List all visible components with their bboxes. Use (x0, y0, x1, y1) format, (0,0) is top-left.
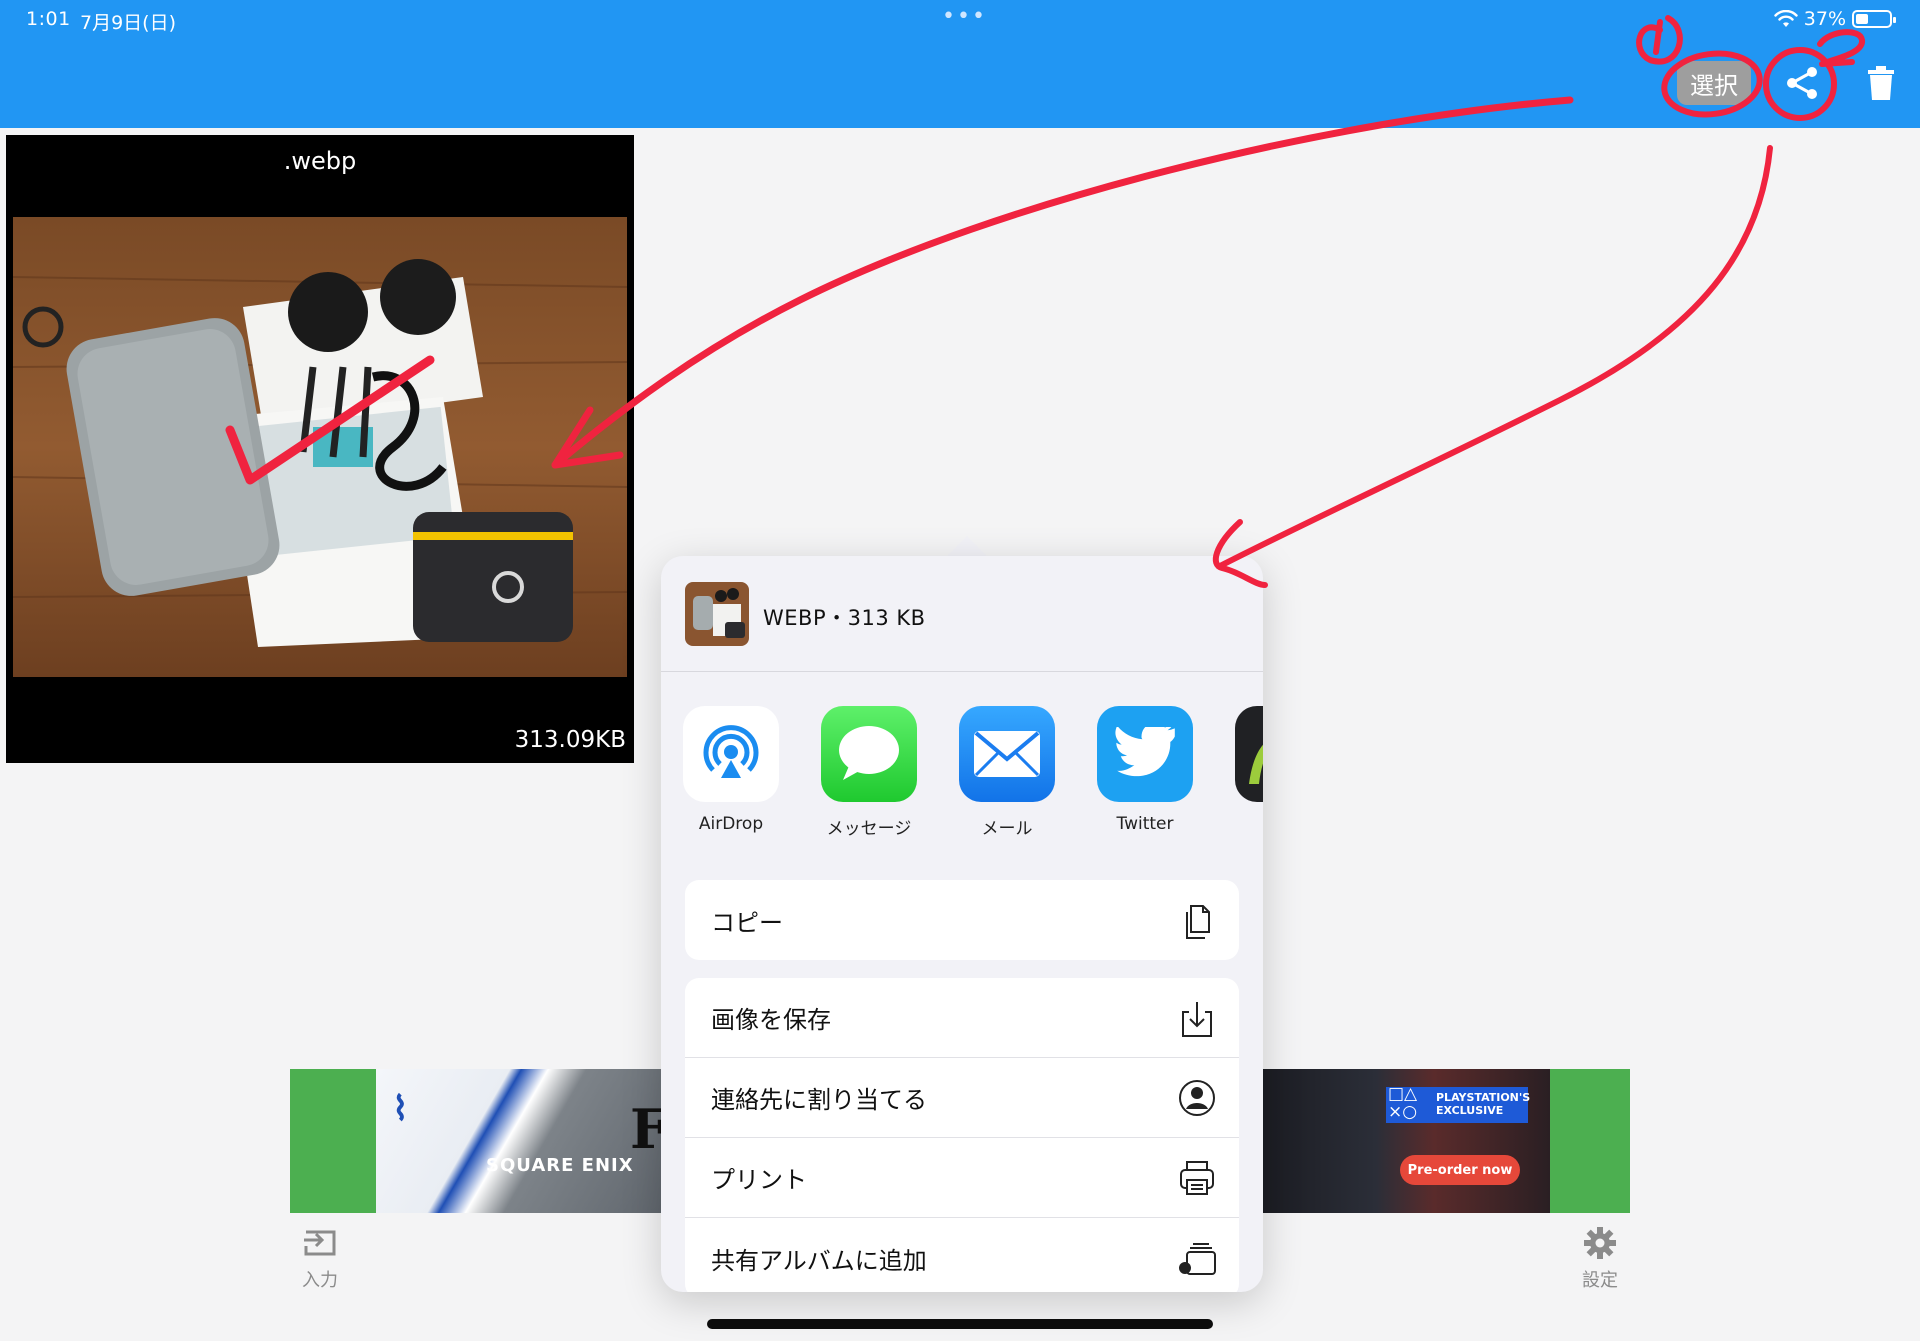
playstation-shapes-icon: □△ ×○ (1388, 1084, 1418, 1122)
action-add-shared-album[interactable]: 共有アルバムに追加 (685, 1218, 1239, 1292)
nav-input[interactable]: 入力 (298, 1226, 342, 1292)
battery-icon (1852, 10, 1896, 28)
share-app-messages[interactable]: メッセージ (821, 706, 917, 836)
share-sheet-arrow (945, 536, 989, 558)
image-file-size: 313.09KB (514, 727, 626, 753)
file-thumbnail (685, 582, 749, 646)
twitter-icon (1097, 706, 1193, 802)
battery-percent: 37% (1803, 8, 1846, 30)
save-image-icon (1182, 1001, 1212, 1037)
share-button[interactable] (1782, 62, 1822, 106)
annotation-arrow-to-image (551, 96, 1574, 469)
action-assign-contact[interactable]: 連絡先に割り当てる (685, 1058, 1239, 1138)
annotation-arrow-to-sheet (1217, 145, 1773, 569)
messages-icon (821, 706, 917, 802)
gear-icon (1584, 1227, 1616, 1259)
input-icon (304, 1230, 336, 1256)
top-app-bar: 1:01 7月9日(日) ••• 37% 選択 (0, 0, 1920, 128)
share-app-pr[interactable]: Pr (1235, 706, 1263, 834)
contact-icon (1179, 1079, 1215, 1116)
nav-settings-label: 設定 (1582, 1270, 1618, 1291)
mail-icon (959, 706, 1055, 802)
image-card[interactable]: .webp 313.09KB (6, 135, 634, 763)
action-label: 画像を保存 (711, 1006, 831, 1034)
ad-right-panel: PLAYSTATION'S EXCLUSIVE □△ ×○ Pre-order n… (1260, 1069, 1550, 1213)
battery-cap (1893, 17, 1896, 23)
image-format-label: .webp (283, 147, 357, 175)
app-label: Twitter (1116, 814, 1174, 834)
share-sheet: WEBP・313 KB AirDrop メッセージ メール Twitter コピ… (661, 556, 1263, 1292)
ad-preorder-button[interactable]: Pre-order now (1400, 1155, 1520, 1185)
app-label: Pr (1235, 814, 1263, 834)
product-photo (13, 217, 627, 677)
app-label: AirDrop (698, 814, 764, 834)
status-date: 7月9日(日) (80, 12, 177, 34)
airdrop-icon (683, 706, 779, 802)
delete-button[interactable] (1862, 64, 1900, 104)
file-info: WEBP・313 KB (763, 606, 926, 630)
select-button[interactable]: 選択 (1677, 61, 1751, 105)
app-label: メッセージ (826, 819, 912, 836)
share-actions-group-1: コピー (685, 880, 1239, 960)
action-label: 連絡先に割り当てる (711, 1086, 927, 1114)
status-time: 1:01 (26, 8, 71, 30)
app-label: メール (981, 819, 1033, 836)
share-app-mail[interactable]: メール (959, 706, 1055, 836)
multitasking-dots[interactable]: ••• (942, 4, 987, 29)
action-label: コピー (711, 908, 783, 937)
share-app-airdrop[interactable]: AirDrop (683, 706, 779, 834)
share-app-twitter[interactable]: Twitter (1097, 706, 1193, 834)
playstation-logo: ⌇ (392, 1089, 409, 1129)
home-indicator[interactable] (707, 1319, 1213, 1329)
pr-app-icon (1235, 706, 1263, 802)
action-save-image[interactable]: 画像を保存 (685, 978, 1239, 1058)
share-icon (1787, 66, 1817, 99)
nav-input-label: 入力 (302, 1270, 338, 1291)
share-sheet-header: WEBP・313 KB (661, 556, 1263, 672)
share-actions-group-2: 画像を保存 連絡先に割り当てる プリント 共有アルバムに追加 (685, 978, 1239, 1292)
status-right: 37% (1774, 8, 1896, 30)
action-label: プリント (711, 1166, 807, 1194)
battery-level (1856, 14, 1868, 24)
wifi-icon (1774, 10, 1798, 27)
print-icon (1180, 1160, 1214, 1195)
shared-album-icon (1179, 1243, 1216, 1275)
copy-icon (1186, 905, 1210, 939)
action-copy[interactable]: コピー (685, 880, 1239, 960)
action-label: 共有アルバムに追加 (711, 1246, 927, 1275)
share-app-row: AirDrop メッセージ メール Twitter (683, 706, 1263, 836)
action-print[interactable]: プリント (685, 1138, 1239, 1218)
nav-settings[interactable]: 設定 (1578, 1226, 1622, 1292)
ad-brand-text: SQUARE ENIX (486, 1155, 634, 1176)
trash-icon (1868, 65, 1894, 100)
